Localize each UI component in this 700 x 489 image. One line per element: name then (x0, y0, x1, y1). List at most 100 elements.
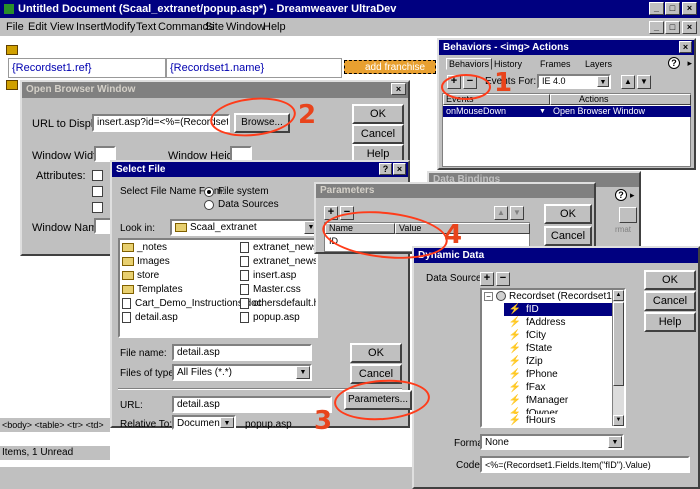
menu-site[interactable]: Site (205, 18, 224, 36)
menu-file[interactable]: File (6, 18, 24, 36)
collapse-icon[interactable]: − (484, 292, 493, 301)
field-row[interactable]: ⚡ fID (504, 303, 624, 316)
attr-checkbox-3[interactable] (92, 202, 103, 213)
menu-help[interactable]: Help (263, 18, 286, 36)
file-item[interactable]: detail.asp (122, 312, 178, 323)
look-in-select[interactable]: Scaal_extranet ▼ (170, 219, 320, 236)
data-sources-tree[interactable]: − Recordset (Recordset1) ⚡ fID ⚡ fAddress ⚡… (480, 288, 626, 428)
file-item[interactable]: Master.css (240, 284, 301, 295)
move-down-button[interactable]: ▼ (637, 75, 651, 89)
field-row[interactable]: ⚡ fZip (504, 355, 543, 368)
doc-minimize-icon[interactable]: _ (649, 21, 664, 34)
minimize-icon[interactable]: _ (649, 2, 664, 15)
events-for-select[interactable]: IE 4.0 ▼ (537, 74, 611, 89)
tab-behaviors[interactable]: Behaviors (446, 58, 493, 70)
menu-view[interactable]: View (50, 18, 74, 36)
format-select[interactable]: None ▼ (480, 434, 624, 450)
file-item[interactable]: store (122, 270, 159, 281)
field-row[interactable]: ⚡ fState (504, 342, 552, 355)
scroll-thumb[interactable] (613, 302, 624, 386)
files-of-type-label: Files of type: (120, 368, 177, 379)
actions-header[interactable]: Actions (550, 94, 691, 105)
menu-insert[interactable]: Insert (76, 18, 104, 36)
menu-modify[interactable]: Modify (103, 18, 135, 36)
dropdown-arrow-icon[interactable]: ▼ (608, 436, 622, 448)
add-data-source-button[interactable]: + (480, 272, 494, 286)
file-item[interactable]: extranet_news.asp (240, 242, 316, 253)
open-browser-ok-button[interactable]: OK (352, 104, 404, 124)
open-browser-close-icon[interactable]: × (391, 83, 406, 95)
menu-edit[interactable]: Edit (28, 18, 47, 36)
parameters-ok-button[interactable]: OK (544, 204, 592, 224)
attr-checkbox-1[interactable] (92, 170, 103, 181)
menu-text[interactable]: Text (136, 18, 156, 36)
dynamic-ok-button[interactable]: OK (644, 270, 696, 290)
relative-to-select[interactable]: Document ▼ (172, 415, 236, 430)
file-item[interactable]: extranet_news_art (240, 256, 316, 267)
file-item[interactable]: Templates (122, 284, 183, 295)
dropdown-arrow-icon[interactable]: ▼ (220, 417, 234, 428)
behavior-row[interactable]: onMouseDown ▼ Open Browser Window (443, 106, 691, 117)
data-bindings-format-button[interactable] (619, 207, 637, 223)
maximize-icon[interactable]: □ (665, 2, 680, 15)
dynamic-cancel-button[interactable]: Cancel (644, 291, 696, 311)
recordset-node[interactable]: − Recordset (Recordset1) (484, 290, 615, 303)
data-sources-radio[interactable] (204, 200, 214, 210)
field-row[interactable]: ⚡ fFax (504, 381, 546, 394)
param-move-down-button[interactable]: ▼ (510, 206, 524, 220)
field-bolt-icon: ⚡ (508, 317, 522, 328)
attributes-label: Attributes: (36, 170, 86, 182)
file-system-radio[interactable] (204, 187, 214, 197)
code-input[interactable]: <%=(Recordset1.Fields.Item("fID").Value) (480, 456, 690, 473)
dynamic-help-button[interactable]: Help (644, 312, 696, 332)
attr-checkbox-2[interactable] (92, 186, 103, 197)
tab-layers[interactable]: Layers (585, 59, 612, 69)
add-franchise-image[interactable]: add franchise (344, 60, 436, 74)
file-item[interactable]: insert.asp (240, 270, 296, 281)
select-file-help-icon[interactable]: ? (379, 163, 392, 175)
file-name-input[interactable]: detail.asp (172, 344, 312, 361)
event-dropdown-icon[interactable]: ▼ (539, 106, 546, 117)
field-row[interactable]: ⚡ fPhone (504, 368, 558, 381)
tree-scrollbar[interactable]: ▲ ▼ (612, 290, 624, 426)
doc-restore-icon[interactable]: □ (665, 21, 680, 34)
help-icon[interactable]: ? (615, 189, 627, 201)
url-to-display-input[interactable]: insert.asp?id=<%=(Recordset1.Fields. (92, 114, 230, 132)
parameters-cancel-button[interactable]: Cancel (544, 226, 592, 246)
close-icon[interactable]: × (682, 2, 697, 15)
scroll-up-icon[interactable]: ▲ (613, 290, 624, 301)
dropdown-arrow-icon[interactable]: ▼ (296, 366, 310, 379)
field-row[interactable]: ⚡ fManager (504, 394, 568, 407)
scroll-down-icon[interactable]: ▼ (613, 415, 624, 426)
dynamic-data-titlebar: Dynamic Data (414, 248, 698, 263)
tree-overflow-row[interactable]: ⚡ fHours (504, 414, 624, 427)
field-row[interactable]: ⚡ fCity (504, 329, 546, 342)
tag-selector[interactable]: <body> <table> <tr> <td> <img> (0, 418, 110, 432)
folder-icon (122, 270, 134, 280)
open-browser-cancel-button[interactable]: Cancel (352, 124, 404, 144)
behaviors-close-icon[interactable]: × (679, 41, 692, 53)
tab-frames[interactable]: Frames (540, 59, 571, 69)
recordset-name-cell[interactable]: {Recordset1.name} (166, 58, 342, 78)
param-move-up-button[interactable]: ▲ (494, 206, 508, 220)
files-of-type-select[interactable]: All Files (*.*) ▼ (172, 364, 312, 381)
recordset-ref-cell[interactable]: {Recordset1.ref} (8, 58, 166, 78)
file-item[interactable]: _notes (122, 242, 167, 253)
dropdown-arrow-icon[interactable]: ▼ (597, 76, 609, 87)
file-item[interactable]: popup.asp (240, 312, 300, 323)
select-file-ok-button[interactable]: OK (350, 343, 402, 363)
file-list[interactable]: _notes Images store Templates Cart_Demo_… (118, 238, 318, 338)
help-icon[interactable]: ? (668, 57, 680, 69)
select-file-close-icon[interactable]: × (393, 163, 406, 175)
move-up-button[interactable]: ▲ (621, 75, 635, 89)
panel-menu-icon[interactable]: ▸ (687, 58, 692, 69)
menu-window[interactable]: Window (226, 18, 265, 36)
field-row[interactable]: ⚡ fAddress (504, 316, 566, 329)
panel-menu-icon[interactable]: ▸ (630, 190, 635, 201)
file-item[interactable]: othersdefault.htm (240, 298, 316, 309)
doc-close-icon[interactable]: × (682, 21, 697, 34)
url-input[interactable]: detail.asp (172, 396, 332, 413)
behaviors-list[interactable]: Events Actions onMouseDown ▼ Open Browse… (442, 93, 691, 167)
remove-data-source-button[interactable]: − (496, 272, 510, 286)
file-item[interactable]: Images (122, 256, 170, 267)
